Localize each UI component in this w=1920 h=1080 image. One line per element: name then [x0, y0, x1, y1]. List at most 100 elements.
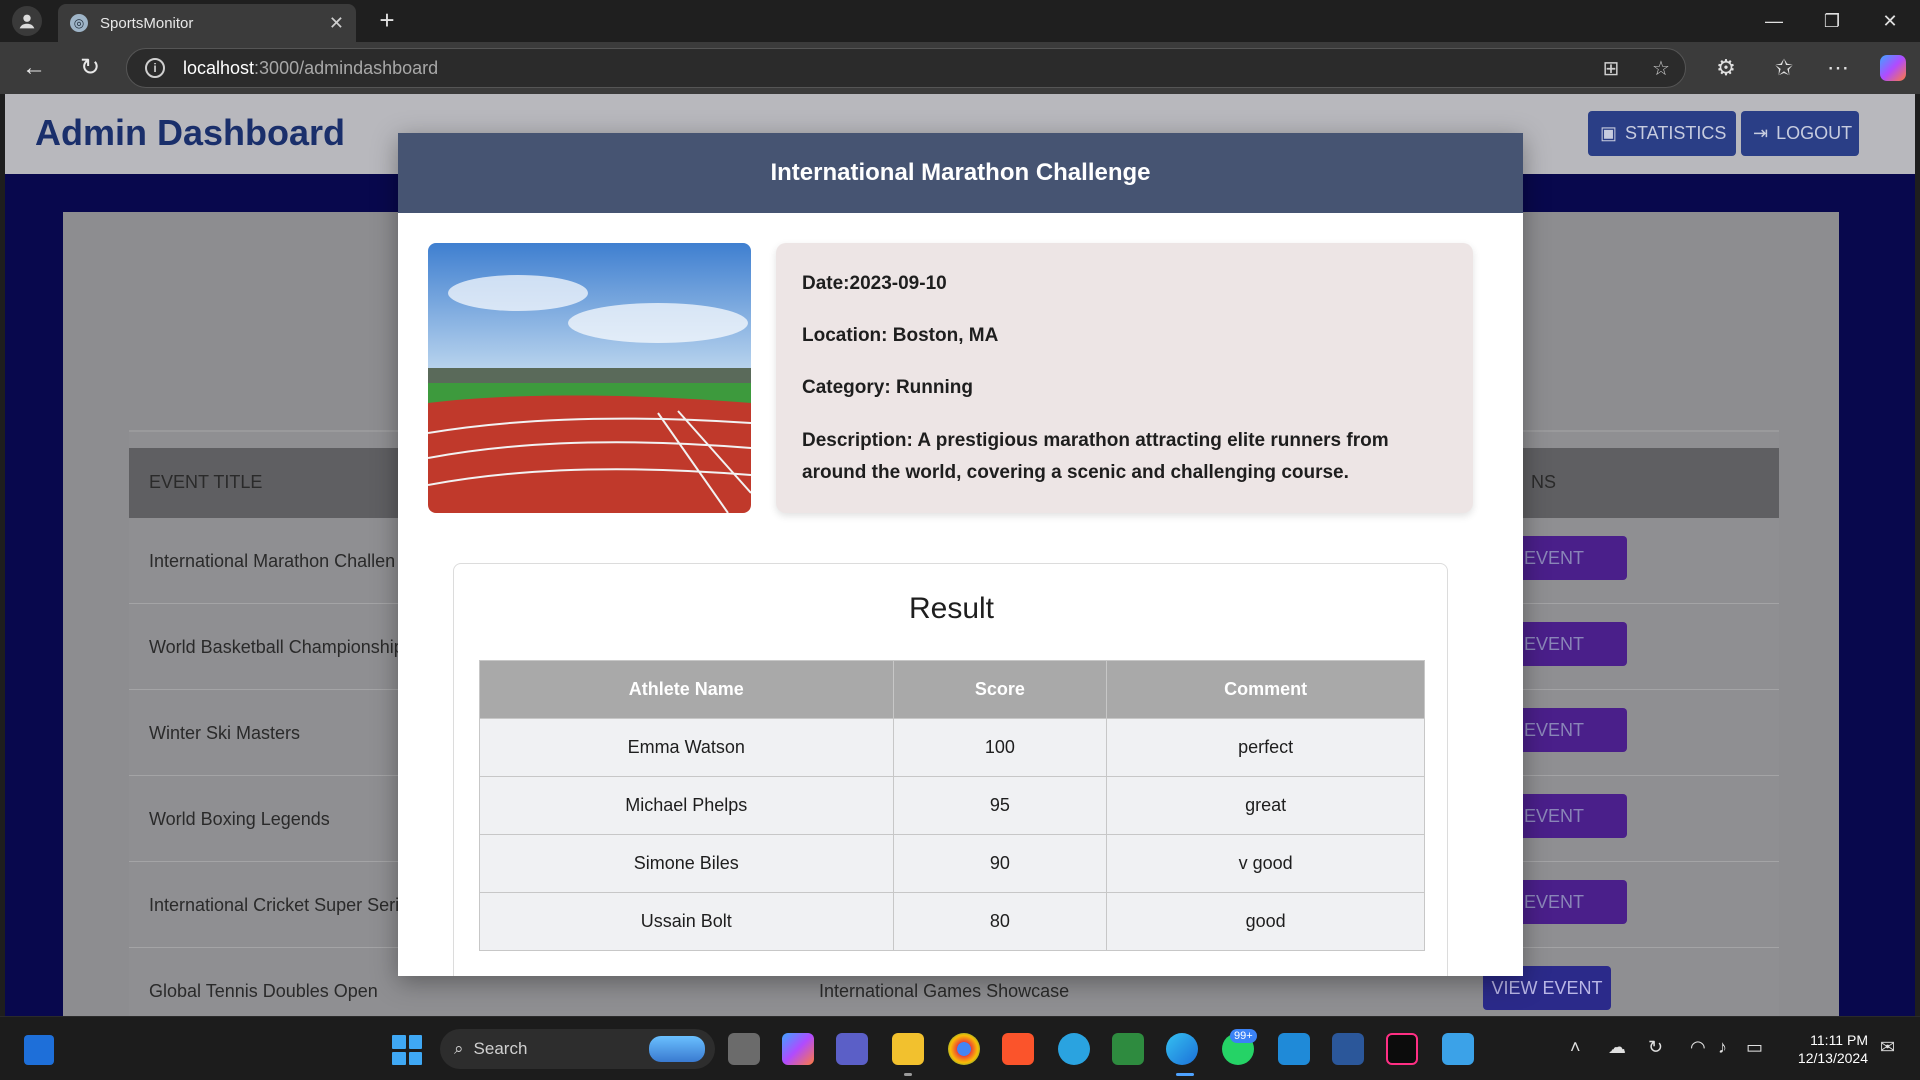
browser-navbar: ← ↻ i localhost:3000/admindashboard ⊞ ☆ …	[0, 42, 1920, 94]
result-card: Result Athlete Name Score Comment Emma W…	[453, 563, 1448, 976]
window-close-icon[interactable]: ✕	[1868, 6, 1912, 36]
result-table-header: Athlete Name Score Comment	[479, 660, 1425, 719]
page-title: Admin Dashboard	[35, 112, 346, 153]
task-view-icon[interactable]	[728, 1033, 760, 1065]
browser-tab-active[interactable]: ◎ SportsMonitor ✕	[58, 4, 356, 42]
score-cell: 80	[892, 892, 1108, 951]
event-detail-modal: International Marathon Challenge Date:20…	[398, 133, 1523, 976]
copilot-icon[interactable]	[1880, 55, 1906, 81]
modal-header: International Marathon Challenge	[398, 133, 1523, 213]
wifi-icon[interactable]: ◠	[1690, 1037, 1706, 1058]
restore-icon[interactable]: ❐	[1810, 6, 1854, 36]
event-category: Category: Running	[802, 377, 973, 398]
url-path: :3000/admindashboard	[254, 57, 439, 78]
tray-chevron-icon[interactable]: ˄	[1570, 1037, 1581, 1058]
column-comment: Comment	[1106, 660, 1425, 719]
result-title: Result	[908, 592, 995, 625]
notification-badge: 99+	[1230, 1029, 1257, 1043]
clock-time: 11:11 PM	[1810, 1032, 1868, 1048]
column-athlete-name: Athlete Name	[479, 660, 894, 719]
event-image	[428, 243, 751, 513]
comment-cell: perfect	[1106, 718, 1425, 777]
favorite-star-icon[interactable]: ☆	[1647, 55, 1675, 83]
comment-cell: great	[1106, 776, 1425, 835]
system-clock[interactable]: 11:11 PM 12/13/2024	[1782, 1031, 1868, 1067]
event-info-card: Date:2023-09-10 Location: Boston, MA Cat…	[776, 243, 1473, 513]
profile-avatar-icon[interactable]	[12, 6, 42, 36]
event-title-cell: International Cricket Super Seri	[149, 895, 400, 915]
comment-cell: good	[1106, 892, 1425, 951]
score-cell: 100	[892, 718, 1108, 777]
event-title-cell: International Marathon Challen	[149, 551, 396, 571]
url-host: localhost	[183, 57, 255, 78]
athlete-name-cell: Ussain Bolt	[479, 892, 894, 951]
modal-title: International Marathon Challenge	[770, 159, 1151, 186]
statistics-label: STATISTICS	[1625, 123, 1727, 143]
edge-icon[interactable]	[1166, 1033, 1198, 1065]
favorites-icon[interactable]: ✩	[1768, 52, 1800, 84]
jetbrains-icon[interactable]	[1386, 1033, 1418, 1065]
athlete-name-cell: Simone Biles	[479, 834, 894, 893]
battery-icon[interactable]: ▭	[1746, 1037, 1763, 1058]
notification-bell-icon[interactable]: ✉	[1880, 1037, 1895, 1058]
more-menu-icon[interactable]: ⋯	[1822, 52, 1854, 84]
table-row: Ussain Bolt 80 good	[479, 892, 1425, 951]
chrome-icon[interactable]	[948, 1033, 980, 1065]
back-arrow-icon[interactable]: ←	[18, 52, 50, 84]
running-indicator	[904, 1073, 912, 1076]
search-icon: ⌕	[454, 1039, 464, 1058]
logout-icon: ⇥	[1753, 123, 1769, 143]
event-title-cell: Global Tennis Doubles Open	[149, 981, 378, 1001]
taskbar-search[interactable]: ⌕ Search	[440, 1029, 715, 1069]
onedrive-icon[interactable]: ☁	[1608, 1037, 1626, 1058]
athlete-name-cell: Michael Phelps	[479, 776, 894, 835]
column-event-title: EVENT TITLE	[149, 472, 263, 492]
event-title-cell: World Boxing Legends	[149, 809, 330, 829]
table-row: Michael Phelps 95 great	[479, 776, 1425, 835]
statistics-button[interactable]: ▣ STATISTICS	[1588, 111, 1736, 156]
logout-label: LOGOUT	[1776, 123, 1853, 143]
logout-button[interactable]: ⇥ LOGOUT	[1741, 111, 1859, 156]
brave-icon[interactable]	[1002, 1033, 1034, 1065]
column-score: Score	[892, 660, 1108, 719]
volume-icon[interactable]: ♪	[1718, 1037, 1727, 1058]
notepad-icon[interactable]	[1442, 1033, 1474, 1065]
event-date: Date:2023-09-10	[802, 273, 947, 294]
chart-icon: ▣	[1600, 123, 1618, 143]
modal-body: Date:2023-09-10 Location: Boston, MA Cat…	[398, 213, 1523, 976]
sync-icon[interactable]: ↻	[1648, 1037, 1663, 1058]
event-title-cell: Winter Ski Masters	[149, 723, 301, 743]
minimize-icon[interactable]: —	[1752, 6, 1796, 36]
event-description: Description: A prestigious marathon attr…	[802, 430, 1389, 483]
reload-icon[interactable]: ↻	[74, 52, 106, 84]
result-table: Athlete Name Score Comment Emma Watson 1…	[479, 660, 1425, 951]
file-explorer-icon[interactable]	[892, 1033, 924, 1065]
event-secondary-cell: International Games Showcase	[819, 981, 1070, 1001]
word-icon[interactable]	[1332, 1033, 1364, 1065]
extensions-icon[interactable]: ⚙	[1710, 52, 1742, 84]
event-title-cell: World Basketball Championship	[149, 637, 404, 657]
site-info-icon[interactable]: i	[145, 58, 165, 78]
windows-taskbar: ⌕ Search 99+ ˄ ☁ ↻ ◠ ♪ ▭ 11:11 PM 12/13/…	[0, 1016, 1920, 1080]
browser-titlebar: ◎ SportsMonitor ✕ + — ❐ ✕	[0, 0, 1920, 42]
clock-date: 12/13/2024	[1797, 1050, 1868, 1066]
event-location: Location: Boston, MA	[802, 325, 999, 346]
copilot-app-icon[interactable]	[782, 1033, 814, 1065]
vscode-icon[interactable]	[1278, 1033, 1310, 1065]
score-cell: 95	[892, 776, 1108, 835]
start-button[interactable]	[392, 1035, 422, 1065]
search-label: Search	[473, 1039, 528, 1058]
tab-title: SportsMonitor	[100, 14, 194, 32]
meet-icon[interactable]	[1112, 1033, 1144, 1065]
site-favicon-icon: ◎	[70, 14, 88, 32]
telegram-icon[interactable]	[1058, 1033, 1090, 1065]
tab-close-icon[interactable]: ✕	[329, 13, 344, 34]
widgets-icon[interactable]	[24, 1035, 54, 1065]
address-bar[interactable]: i localhost:3000/admindashboard ⊞ ☆	[126, 48, 1686, 88]
teams-icon[interactable]	[836, 1033, 868, 1065]
new-tab-button[interactable]: +	[372, 6, 402, 36]
app-available-icon[interactable]: ⊞	[1597, 55, 1625, 83]
table-row: Emma Watson 100 perfect	[479, 718, 1425, 777]
comment-cell: v good	[1106, 834, 1425, 893]
column-actions: NS	[1531, 472, 1557, 492]
